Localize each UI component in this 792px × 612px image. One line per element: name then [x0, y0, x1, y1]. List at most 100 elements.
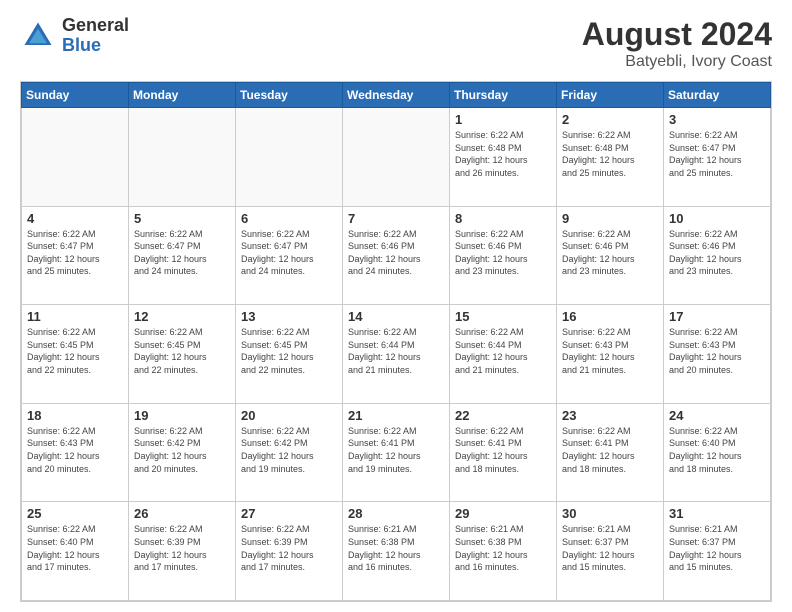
- calendar-cell: 21 Sunrise: 6:22 AM Sunset: 6:41 PM Dayli…: [343, 403, 450, 502]
- day-info: Sunrise: 6:22 AM Sunset: 6:46 PM Dayligh…: [455, 228, 551, 278]
- subtitle: Batyebli, Ivory Coast: [582, 53, 772, 71]
- page: General Blue August 2024 Batyebli, Ivory…: [0, 0, 792, 612]
- calendar-cell: [22, 108, 129, 207]
- calendar-week-row: 11 Sunrise: 6:22 AM Sunset: 6:45 PM Dayli…: [22, 305, 771, 404]
- calendar-cell: 2 Sunrise: 6:22 AM Sunset: 6:48 PM Daylig…: [557, 108, 664, 207]
- day-info: Sunrise: 6:22 AM Sunset: 6:47 PM Dayligh…: [134, 228, 230, 278]
- day-number: 20: [241, 408, 337, 423]
- day-number: 16: [562, 309, 658, 324]
- day-info: Sunrise: 6:22 AM Sunset: 6:42 PM Dayligh…: [134, 425, 230, 475]
- day-number: 22: [455, 408, 551, 423]
- title-section: August 2024 Batyebli, Ivory Coast: [582, 16, 772, 71]
- days-of-week-row: SundayMondayTuesdayWednesdayThursdayFrid…: [22, 83, 771, 108]
- day-info: Sunrise: 6:22 AM Sunset: 6:43 PM Dayligh…: [669, 326, 765, 376]
- calendar-cell: 28Sunrise: 6:21 AM Sunset: 6:38 PM Dayli…: [343, 502, 450, 601]
- day-info: Sunrise: 6:22 AM Sunset: 6:48 PM Dayligh…: [562, 129, 658, 179]
- calendar-week-row: 18Sunrise: 6:22 AM Sunset: 6:43 PM Dayli…: [22, 403, 771, 502]
- calendar-cell: 11 Sunrise: 6:22 AM Sunset: 6:45 PM Dayli…: [22, 305, 129, 404]
- day-number: 10: [669, 211, 765, 226]
- calendar-cell: 17 Sunrise: 6:22 AM Sunset: 6:43 PM Dayli…: [664, 305, 771, 404]
- day-number: 9: [562, 211, 658, 226]
- day-of-week-header: Tuesday: [236, 83, 343, 108]
- calendar-cell: 31Sunrise: 6:21 AM Sunset: 6:37 PM Dayli…: [664, 502, 771, 601]
- day-info: Sunrise: 6:22 AM Sunset: 6:45 PM Dayligh…: [241, 326, 337, 376]
- day-info: Sunrise: 6:22 AM Sunset: 6:41 PM Dayligh…: [348, 425, 444, 475]
- day-number: 21: [348, 408, 444, 423]
- day-number: 25: [27, 506, 123, 521]
- day-number: 6: [241, 211, 337, 226]
- day-info: Sunrise: 6:22 AM Sunset: 6:39 PM Dayligh…: [134, 523, 230, 573]
- calendar-cell: 27 Sunrise: 6:22 AM Sunset: 6:39 PM Dayli…: [236, 502, 343, 601]
- day-of-week-header: Wednesday: [343, 83, 450, 108]
- calendar-week-row: 1Sunrise: 6:22 AM Sunset: 6:48 PM Daylig…: [22, 108, 771, 207]
- calendar-cell: 7Sunrise: 6:22 AM Sunset: 6:46 PM Daylig…: [343, 206, 450, 305]
- calendar-cell: 25Sunrise: 6:22 AM Sunset: 6:40 PM Dayli…: [22, 502, 129, 601]
- logo-blue-text: Blue: [62, 36, 129, 56]
- day-number: 27: [241, 506, 337, 521]
- calendar-body: 1Sunrise: 6:22 AM Sunset: 6:48 PM Daylig…: [22, 108, 771, 601]
- calendar-cell: 30Sunrise: 6:21 AM Sunset: 6:37 PM Dayli…: [557, 502, 664, 601]
- calendar-cell: 5 Sunrise: 6:22 AM Sunset: 6:47 PM Daylig…: [129, 206, 236, 305]
- day-info: Sunrise: 6:22 AM Sunset: 6:44 PM Dayligh…: [348, 326, 444, 376]
- day-number: 3: [669, 112, 765, 127]
- calendar-cell: [129, 108, 236, 207]
- calendar-cell: 20 Sunrise: 6:22 AM Sunset: 6:42 PM Dayli…: [236, 403, 343, 502]
- day-of-week-header: Sunday: [22, 83, 129, 108]
- day-of-week-header: Saturday: [664, 83, 771, 108]
- calendar-cell: 15 Sunrise: 6:22 AM Sunset: 6:44 PM Dayli…: [450, 305, 557, 404]
- day-number: 12: [134, 309, 230, 324]
- day-info: Sunrise: 6:22 AM Sunset: 6:48 PM Dayligh…: [455, 129, 551, 179]
- day-info: Sunrise: 6:22 AM Sunset: 6:41 PM Dayligh…: [562, 425, 658, 475]
- day-of-week-header: Thursday: [450, 83, 557, 108]
- day-info: Sunrise: 6:22 AM Sunset: 6:42 PM Dayligh…: [241, 425, 337, 475]
- day-info: Sunrise: 6:22 AM Sunset: 6:45 PM Dayligh…: [27, 326, 123, 376]
- day-info: Sunrise: 6:22 AM Sunset: 6:46 PM Dayligh…: [562, 228, 658, 278]
- calendar-cell: 3Sunrise: 6:22 AM Sunset: 6:47 PM Daylig…: [664, 108, 771, 207]
- day-number: 14: [348, 309, 444, 324]
- calendar-cell: 12Sunrise: 6:22 AM Sunset: 6:45 PM Dayli…: [129, 305, 236, 404]
- day-number: 2: [562, 112, 658, 127]
- calendar-cell: 8 Sunrise: 6:22 AM Sunset: 6:46 PM Daylig…: [450, 206, 557, 305]
- day-number: 4: [27, 211, 123, 226]
- day-number: 26: [134, 506, 230, 521]
- calendar-week-row: 25Sunrise: 6:22 AM Sunset: 6:40 PM Dayli…: [22, 502, 771, 601]
- calendar-cell: 18Sunrise: 6:22 AM Sunset: 6:43 PM Dayli…: [22, 403, 129, 502]
- day-number: 30: [562, 506, 658, 521]
- calendar-cell: 10 Sunrise: 6:22 AM Sunset: 6:46 PM Dayli…: [664, 206, 771, 305]
- day-number: 8: [455, 211, 551, 226]
- calendar-week-row: 4 Sunrise: 6:22 AM Sunset: 6:47 PM Daylig…: [22, 206, 771, 305]
- calendar-cell: 1Sunrise: 6:22 AM Sunset: 6:48 PM Daylig…: [450, 108, 557, 207]
- day-info: Sunrise: 6:22 AM Sunset: 6:39 PM Dayligh…: [241, 523, 337, 573]
- day-info: Sunrise: 6:22 AM Sunset: 6:47 PM Dayligh…: [27, 228, 123, 278]
- day-info: Sunrise: 6:22 AM Sunset: 6:40 PM Dayligh…: [669, 425, 765, 475]
- day-number: 17: [669, 309, 765, 324]
- day-number: 13: [241, 309, 337, 324]
- header: General Blue August 2024 Batyebli, Ivory…: [20, 16, 772, 71]
- calendar-cell: 22Sunrise: 6:22 AM Sunset: 6:41 PM Dayli…: [450, 403, 557, 502]
- calendar-cell: [236, 108, 343, 207]
- calendar-cell: 29Sunrise: 6:21 AM Sunset: 6:38 PM Dayli…: [450, 502, 557, 601]
- day-number: 28: [348, 506, 444, 521]
- main-title: August 2024: [582, 16, 772, 53]
- calendar-cell: 16 Sunrise: 6:22 AM Sunset: 6:43 PM Dayli…: [557, 305, 664, 404]
- day-number: 11: [27, 309, 123, 324]
- day-of-week-header: Friday: [557, 83, 664, 108]
- day-info: Sunrise: 6:22 AM Sunset: 6:47 PM Dayligh…: [241, 228, 337, 278]
- day-info: Sunrise: 6:22 AM Sunset: 6:43 PM Dayligh…: [562, 326, 658, 376]
- day-number: 23: [562, 408, 658, 423]
- calendar-cell: 24 Sunrise: 6:22 AM Sunset: 6:40 PM Dayli…: [664, 403, 771, 502]
- logo-icon: [20, 18, 56, 54]
- calendar-cell: 13 Sunrise: 6:22 AM Sunset: 6:45 PM Dayli…: [236, 305, 343, 404]
- day-number: 24: [669, 408, 765, 423]
- day-of-week-header: Monday: [129, 83, 236, 108]
- calendar-cell: 26 Sunrise: 6:22 AM Sunset: 6:39 PM Dayli…: [129, 502, 236, 601]
- day-number: 15: [455, 309, 551, 324]
- day-info: Sunrise: 6:22 AM Sunset: 6:46 PM Dayligh…: [348, 228, 444, 278]
- logo: General Blue: [20, 16, 129, 56]
- day-info: Sunrise: 6:22 AM Sunset: 6:44 PM Dayligh…: [455, 326, 551, 376]
- day-number: 18: [27, 408, 123, 423]
- day-info: Sunrise: 6:22 AM Sunset: 6:46 PM Dayligh…: [669, 228, 765, 278]
- day-number: 5: [134, 211, 230, 226]
- calendar-cell: 4 Sunrise: 6:22 AM Sunset: 6:47 PM Daylig…: [22, 206, 129, 305]
- logo-text: General Blue: [62, 16, 129, 56]
